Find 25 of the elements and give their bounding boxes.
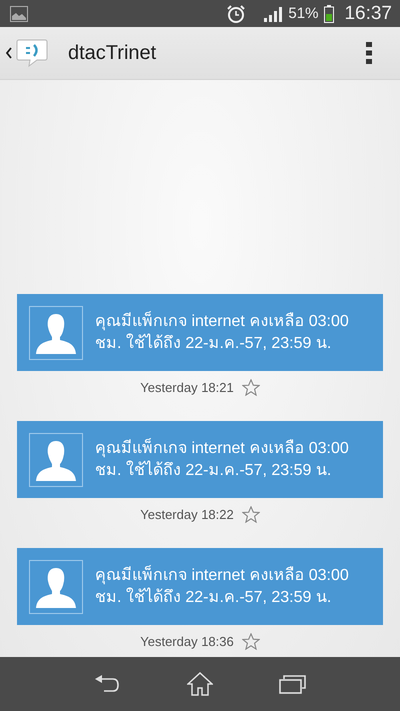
message-text: คุณมีแพ็กเกจ internet คงเหลือ 03:00 ชม. ใช้ได้ถึง 22-ม.ค.-57, 23:59 น.: [95, 438, 350, 480]
chat-bubble-icon: [16, 38, 48, 68]
message-time: Yesterday 18:21: [140, 380, 234, 395]
back-caret-icon[interactable]: [6, 47, 12, 59]
message-text: คุณมีแพ็กเกจ internet คงเหลือ 03:00 ชม. ใช้ได้ถึง 22-ม.ค.-57, 23:59 น.: [95, 310, 350, 354]
home-icon[interactable]: [187, 672, 213, 696]
star-icon[interactable]: [242, 379, 260, 396]
avatar-icon: [29, 306, 83, 360]
back-icon[interactable]: [93, 674, 121, 694]
alarm-clock-icon: [226, 4, 246, 24]
recent-apps-icon[interactable]: [279, 674, 307, 694]
message-text: คุณมีแพ็กเกจ internet คงเหลือ 03:00 ชม. ใช้ได้ถึง 22-ม.ค.-57, 23:59 น.: [95, 564, 350, 608]
signal-icon: [264, 6, 282, 22]
overflow-menu-icon[interactable]: [366, 42, 372, 64]
image-icon: [10, 6, 28, 22]
star-icon[interactable]: [242, 633, 260, 650]
clock: 16:37: [344, 2, 392, 24]
battery-percent: 51%: [288, 5, 318, 22]
app-title: dtacTrinet: [68, 42, 156, 64]
battery-icon: [324, 4, 334, 22]
message-time: Yesterday 18:36: [140, 634, 234, 649]
avatar-icon: [29, 560, 83, 614]
star-icon[interactable]: [242, 506, 260, 523]
message-time: Yesterday 18:22: [140, 507, 234, 522]
avatar-icon: [29, 432, 83, 486]
